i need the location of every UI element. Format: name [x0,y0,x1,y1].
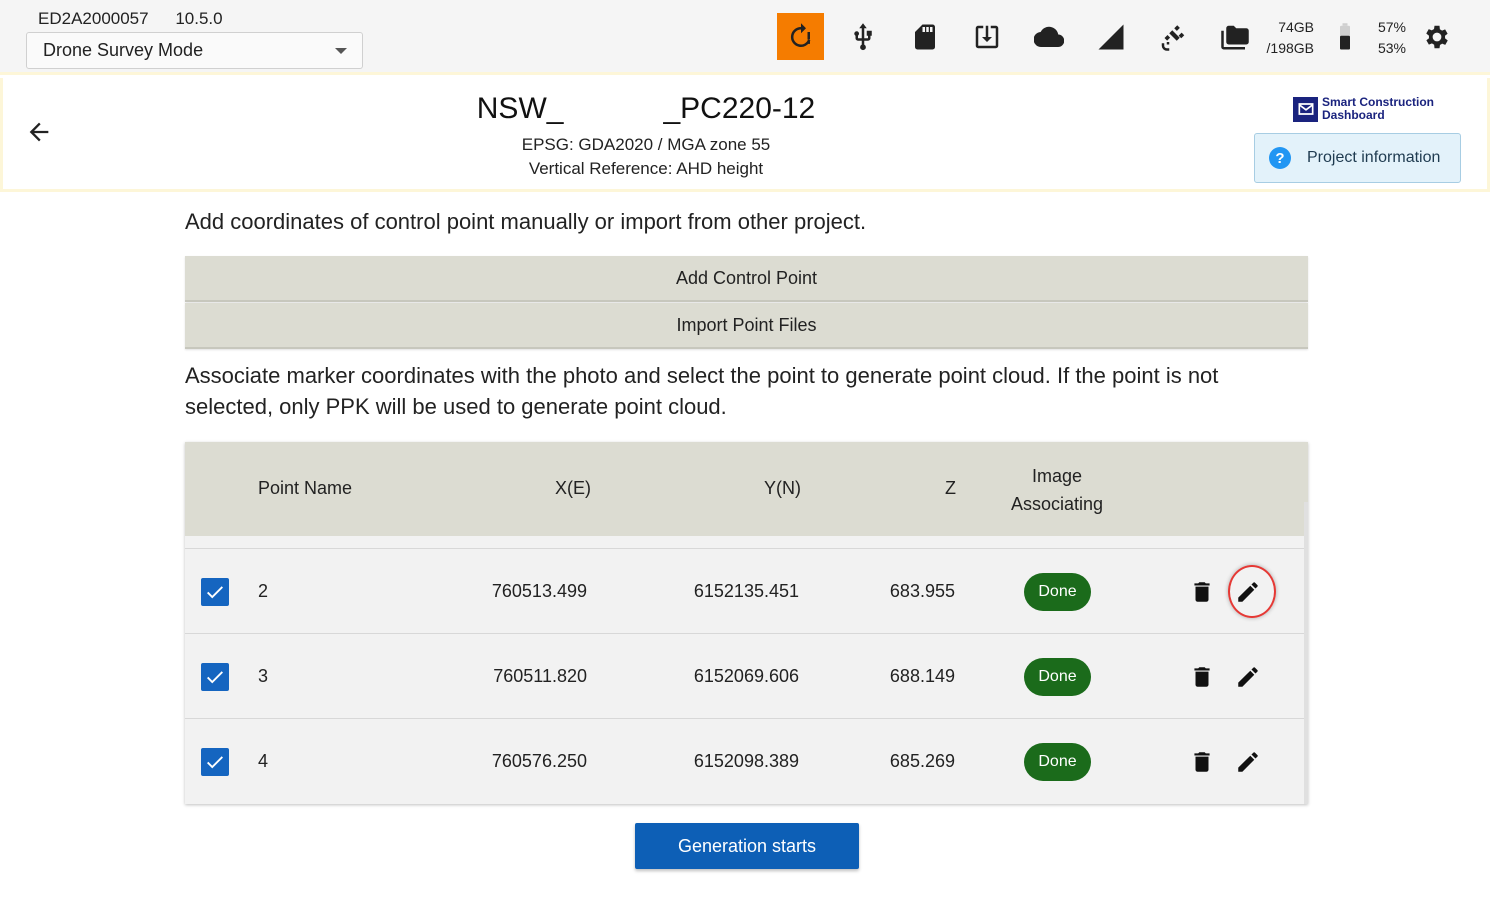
add-control-point-label: Add Control Point [675,267,818,288]
folder-icon [1211,13,1258,60]
device-info: ED2A2000057 10.5.0 [38,9,245,29]
project-header: NSW_ _PC220-12 EPSG: GDA2020 / MGA zone … [0,78,1490,192]
cell-z: 685.269 [889,751,955,771]
generation-starts-button[interactable]: Generation starts [635,823,859,869]
header-z: Z [945,478,956,498]
logo-line-2: Dashboard [1322,108,1385,122]
cell-z: 683.955 [889,581,955,601]
status-bar: ED2A2000057 10.5.0 Drone Survey Mode 74G… [0,0,1490,75]
storage-readout: 74GB /198GB [1262,17,1314,59]
signal-icon [1087,13,1134,60]
edit-icon[interactable] [1234,748,1262,776]
project-information-button[interactable]: ? Project information [1254,133,1461,183]
cell-point-name: 3 [258,666,269,686]
storage-used: 74GB [1278,19,1314,35]
header-image-line-1: Image [1031,466,1083,486]
status-badge: Done [1024,573,1091,611]
vertical-reference-label: Vertical Reference: AHD height [528,159,764,178]
settings-icon[interactable] [1413,13,1460,60]
cell-z: 688.149 [889,666,955,686]
import-point-files-button[interactable]: Import Point Files [185,303,1308,349]
logo-text: Smart Construction Dashboard [1322,96,1434,122]
delete-icon[interactable] [1188,748,1216,776]
project-title: NSW_ _PC220-12 [476,92,816,125]
download-icon [963,13,1010,60]
epsg-label: EPSG: GDA2020 / MGA zone 55 [521,135,771,154]
cell-x: 760511.820 [493,666,587,686]
header-image-associating: Image Associating [985,462,1129,518]
edit-icon[interactable] [1234,663,1262,691]
cloud-icon [1025,13,1072,60]
help-icon: ? [1269,147,1291,169]
status-badge: Done [1024,743,1091,781]
control-point-table: Point Name X(E) Y(N) Z Image Associating… [185,442,1308,804]
table-row: 3 760511.820 6152069.606 688.149 Done [185,633,1304,718]
battery-icon [1327,13,1363,60]
cell-point-name: 4 [258,751,269,771]
storage-total: /198GB [1266,40,1314,56]
row-checkbox[interactable] [201,663,229,691]
cell-y: 6152069.606 [693,666,799,686]
back-arrow-icon[interactable] [25,118,53,146]
intro-text: Add coordinates of control point manuall… [185,209,867,234]
satellite-icon [1149,13,1196,60]
delete-icon[interactable] [1188,578,1216,606]
cell-y: 6152135.451 [693,581,799,601]
header-x: X(E) [555,478,591,498]
battery-readout: 57% 53% [1370,17,1406,59]
table-scrollbar[interactable] [1304,502,1308,804]
logo-mark-icon [1293,96,1318,122]
battery-level-2: 53% [1377,40,1406,56]
delete-icon[interactable] [1188,663,1216,691]
generation-starts-label: Generation starts [677,835,817,856]
sync-alert-icon[interactable] [777,13,824,60]
battery-level-1: 57% [1377,19,1406,35]
software-version: 10.5.0 [175,9,223,28]
associate-text: Associate marker coordinates with the ph… [185,363,1219,419]
device-id: ED2A2000057 [38,9,149,28]
header-point-name: Point Name [258,478,353,498]
row-checkbox[interactable] [201,748,229,776]
cell-point-name: 2 [258,581,269,601]
import-point-files-label: Import Point Files [676,314,817,335]
cell-x: 760513.499 [491,581,587,601]
cell-x: 760576.250 [491,751,587,771]
row-checkbox[interactable] [201,578,229,606]
mode-select[interactable]: Drone Survey Mode [26,32,363,69]
cell-y: 6152098.389 [693,751,799,771]
add-control-point-button[interactable]: Add Control Point [185,256,1308,302]
chevron-down-icon [335,48,347,54]
table-row: 2 760513.499 6152135.451 683.955 Done [185,548,1304,633]
smart-construction-logo: Smart Construction Dashboard [1293,96,1434,122]
status-badge: Done [1024,658,1091,696]
project-information-label: Project information [1307,149,1441,166]
sd-card-icon [901,13,948,60]
header-y: Y(N) [764,478,801,498]
table-row: 4 760576.250 6152098.389 685.269 Done [185,718,1304,803]
table-header: Point Name X(E) Y(N) Z Image Associating [185,442,1308,536]
usb-icon [839,13,886,60]
highlight-ring [1228,565,1276,618]
header-image-line-2: Associating [1010,494,1104,514]
mode-select-value: Drone Survey Mode [43,40,204,60]
